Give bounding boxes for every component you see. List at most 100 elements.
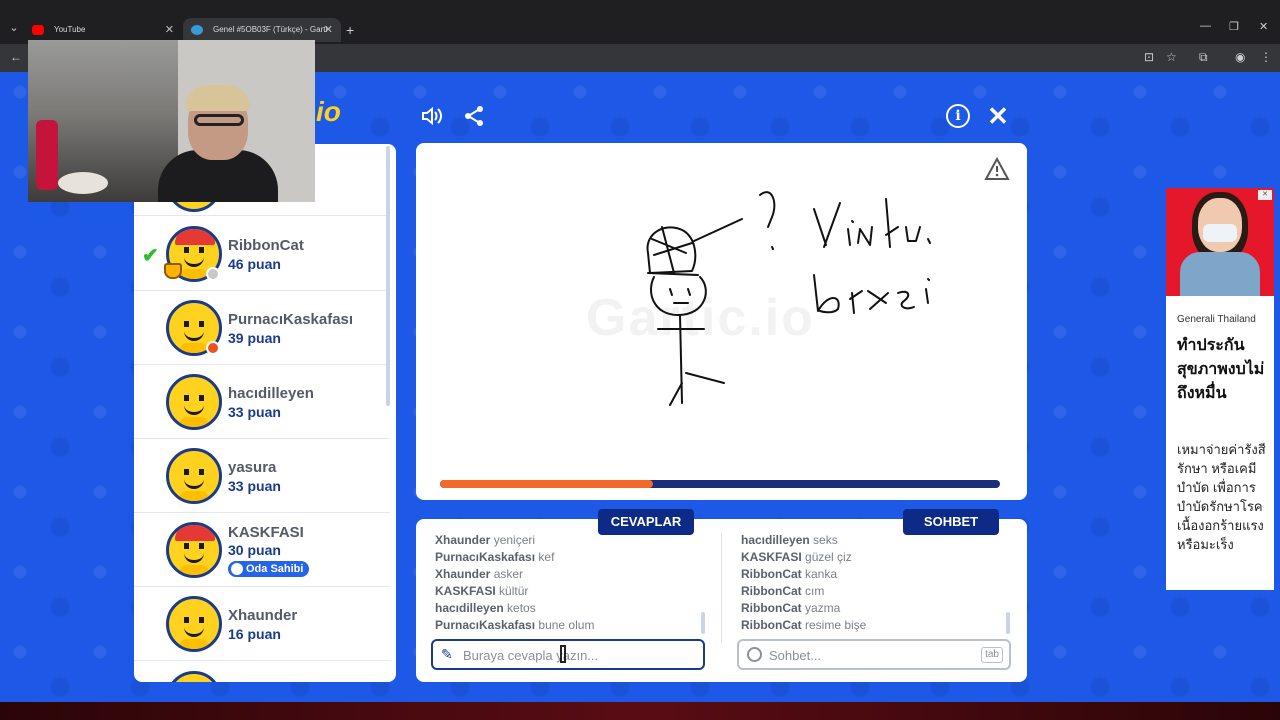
message-text: kef	[538, 550, 555, 564]
answers-scrollbar[interactable]	[701, 612, 705, 634]
message-text: cım	[805, 584, 825, 598]
maximize-icon[interactable]: ❐	[1229, 20, 1239, 33]
message-text: kanka	[805, 567, 838, 581]
message-user: hacıdilleyen	[741, 533, 810, 547]
player-score: 39 puan	[228, 330, 281, 346]
youtube-icon	[32, 25, 44, 35]
cap	[175, 229, 215, 245]
message-user: PurnacıKaskafası	[435, 618, 536, 632]
panel-divider	[721, 533, 722, 643]
message-user: RibbonCat	[741, 618, 802, 632]
list-item: PurnacıKaskafası bune olum	[435, 618, 705, 633]
tab-gartic[interactable]: Genel #5OB03F (Türkçe) - Garti ✕	[183, 18, 341, 42]
list-item: Xhaunder asker	[435, 567, 705, 584]
player-name: KASKFASI	[228, 524, 304, 541]
list-item: RibbonCat kanka	[741, 567, 1011, 584]
cap	[175, 525, 215, 541]
message-user: RibbonCat	[741, 601, 802, 615]
check-icon: ✔	[142, 245, 159, 267]
avatar-body	[179, 269, 209, 279]
chat-tab[interactable]: SOHBET	[903, 509, 999, 535]
badge-label: Oda Sahibi	[246, 563, 304, 575]
advertisement[interactable]: ✕ Generali Thailand ทำประกันสุขภาพงบไม่ถ…	[1166, 188, 1274, 590]
eyes	[184, 395, 204, 401]
extensions-icon[interactable]: ⧉	[1199, 50, 1208, 65]
answers-tab[interactable]: CEVAPLAR	[598, 509, 694, 535]
eyes	[184, 543, 204, 549]
close-tab-icon[interactable]: ✕	[324, 18, 333, 42]
player-name: Xhaunder	[228, 607, 298, 624]
share-icon[interactable]	[462, 104, 486, 128]
browser-tab-bar: ⌄ YouTube ✕ Genel #5OB03F (Türkçe) - Gar…	[0, 0, 1280, 44]
menu-dots-icon[interactable]: ⋮	[1260, 50, 1272, 64]
avatar-body	[179, 417, 209, 427]
tab-key-hint: tab	[981, 647, 1003, 663]
mouth	[184, 479, 204, 489]
tab-youtube[interactable]: YouTube ✕	[24, 18, 182, 42]
chat-input-box[interactable]: tab	[737, 639, 1011, 670]
info-icon[interactable]: i	[946, 104, 970, 128]
drawing-canvas[interactable]: Gartic.io	[416, 143, 1027, 500]
message-user: Xhaunder	[435, 567, 491, 581]
chat-bubble-icon	[747, 647, 762, 662]
tab-search-icon[interactable]: ⌄	[6, 20, 22, 36]
chat-scrollbar[interactable]	[1006, 612, 1010, 634]
avatar-body	[179, 565, 209, 575]
message-user: PurnacıKaskafası	[435, 550, 536, 564]
message-text: ketos	[507, 601, 536, 615]
list-item: hacıdilleyen ketos	[435, 601, 705, 618]
avatar-body	[179, 491, 209, 501]
room-owner-badge: Oda Sahibi	[228, 561, 310, 577]
back-icon[interactable]: ←	[10, 50, 22, 64]
player-score: 46 puan	[228, 256, 281, 272]
player-list-scrollbar[interactable]	[386, 146, 390, 406]
avatar	[166, 374, 222, 430]
mouth	[184, 553, 204, 563]
message-user: RibbonCat	[741, 584, 802, 598]
player-row	[134, 661, 390, 682]
status-dot	[206, 341, 220, 355]
webcam-overlay	[28, 40, 315, 202]
answers-list: Xhaunder yeniçeri PurnacıKaskafası kef X…	[435, 533, 705, 633]
player-row[interactable]: yasura 33 puan	[134, 439, 390, 513]
player-row[interactable]: PurnacıKaskafası 39 puan	[134, 291, 390, 365]
cam-cap	[186, 85, 250, 111]
avatar	[166, 522, 222, 578]
minimize-icon[interactable]: —	[1200, 20, 1211, 32]
answer-input-box[interactable]: ✎	[431, 639, 705, 670]
gartic-favicon-icon	[191, 25, 203, 35]
avatar-body	[179, 343, 209, 353]
new-tab-icon[interactable]: +	[346, 20, 354, 40]
player-score: 33 puan	[228, 478, 281, 494]
bookmark-star-icon[interactable]: ☆	[1166, 50, 1177, 64]
list-item: hacıdilleyen seks	[741, 533, 1011, 550]
avatar	[166, 671, 222, 682]
player-row[interactable]: hacıdilleyen 33 puan	[134, 365, 390, 439]
avatar	[166, 596, 222, 652]
list-item: KASKFASI güzel çiz	[741, 550, 1011, 567]
player-name: PurnacıKaskafası	[228, 311, 354, 328]
player-score: 16 puan	[228, 626, 281, 642]
close-tab-icon[interactable]: ✕	[165, 18, 174, 42]
ad-close-icon[interactable]: ✕	[1258, 190, 1272, 200]
ad-headline[interactable]: ทำประกันสุขภาพงบไม่ถึงหมื่น	[1177, 334, 1269, 406]
list-item: PurnacıKaskafası kef	[435, 550, 705, 567]
drawing-strokes	[646, 191, 931, 406]
install-icon[interactable]: ⊡	[1144, 50, 1154, 64]
speaker-icon[interactable]	[420, 104, 444, 128]
close-icon[interactable]: ✕	[986, 103, 1010, 129]
profile-icon[interactable]: ◉	[1235, 50, 1245, 64]
round-timer-fill	[440, 480, 653, 488]
cam-bottle	[36, 120, 58, 190]
avatar-body	[179, 639, 209, 649]
player-row[interactable]: ✔ RibbonCat 46 puan	[134, 217, 390, 291]
player-row[interactable]: KASKFASI 30 puan Oda Sahibi	[134, 513, 390, 587]
window-close-icon[interactable]: ✕	[1259, 20, 1268, 33]
smile-icon	[231, 563, 243, 575]
cam-bowl	[58, 172, 108, 194]
player-row[interactable]: Xhaunder 16 puan	[134, 587, 390, 661]
message-user: KASKFASI	[741, 550, 802, 564]
player-score: 33 puan	[228, 404, 281, 420]
chat-input[interactable]	[769, 645, 969, 665]
message-text: yeniçeri	[493, 533, 536, 547]
